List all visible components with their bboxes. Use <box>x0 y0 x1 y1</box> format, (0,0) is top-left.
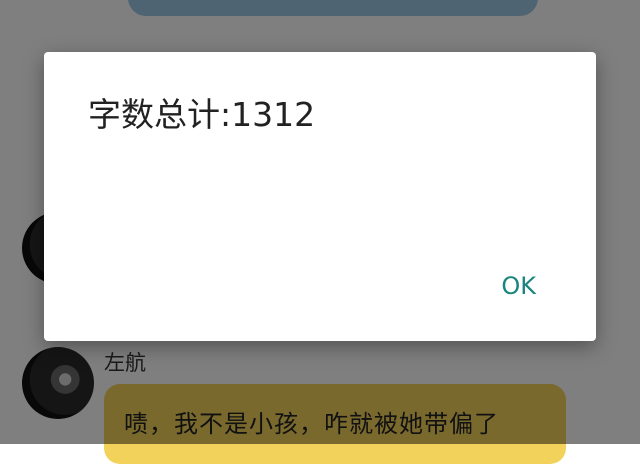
ok-button[interactable]: OK <box>501 272 536 300</box>
word-count-dialog: 字数总计:1312 OK <box>44 52 596 341</box>
dialog-message: 字数总计:1312 <box>88 95 316 134</box>
